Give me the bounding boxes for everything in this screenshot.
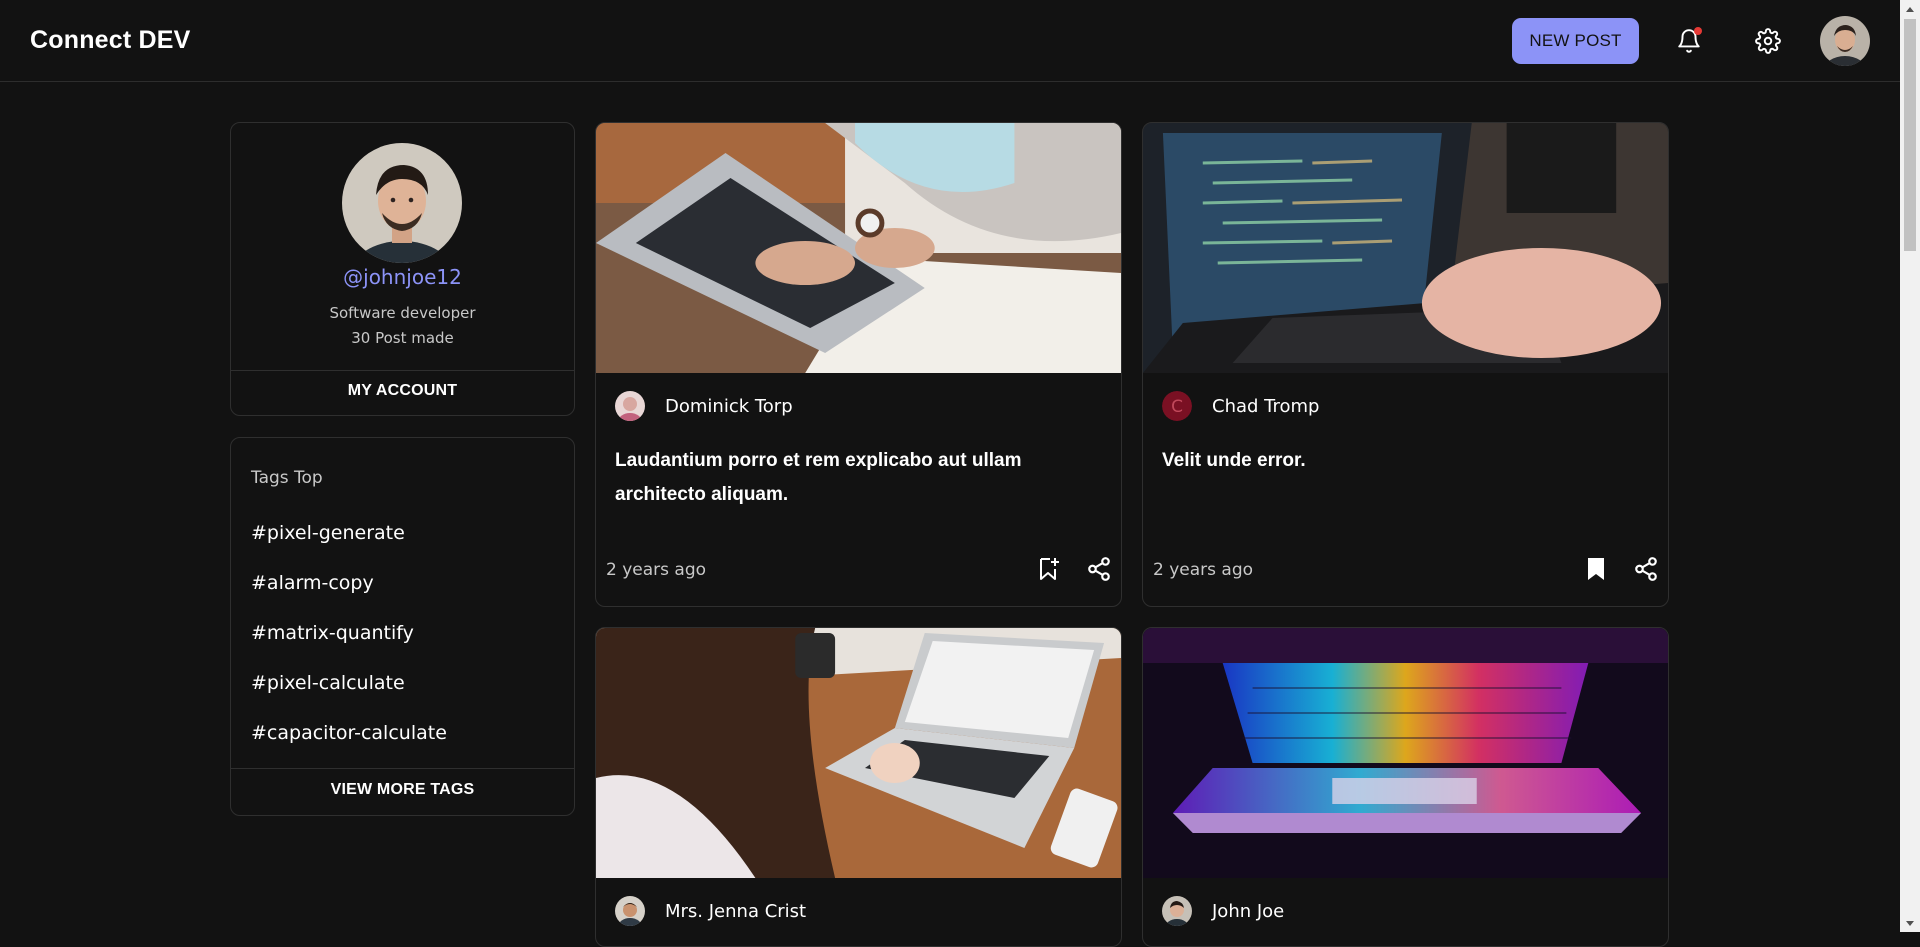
profile-username[interactable]: @johnjoe12 <box>231 265 574 289</box>
settings-button[interactable] <box>1751 24 1785 58</box>
post-title[interactable]: Laudantium porro et rem explicabo aut ul… <box>615 444 1085 512</box>
post-author-name[interactable]: Mrs. Jenna Crist <box>665 901 806 922</box>
bookmark-add-button[interactable] <box>1033 553 1065 585</box>
author-avatar[interactable] <box>1162 896 1192 926</box>
top-tags-card: Tags Top #pixel-generate #alarm-copy #ma… <box>230 437 575 816</box>
top-app-bar: Connect DEV NEW POST <box>0 0 1900 82</box>
author-photo <box>615 391 645 421</box>
user-avatar-menu[interactable] <box>1820 16 1870 66</box>
author-avatar[interactable] <box>615 391 645 421</box>
share-icon <box>1088 557 1110 581</box>
chevron-up-icon <box>1906 6 1914 12</box>
chevron-down-icon <box>1906 920 1914 926</box>
author-initial: C <box>1171 397 1183 417</box>
post-time: 2 years ago <box>1153 560 1254 580</box>
bookmark-filled-icon <box>1588 558 1604 580</box>
tag-link[interactable]: #capacitor-calculate <box>251 722 447 744</box>
tag-link[interactable]: #pixel-generate <box>251 522 405 544</box>
new-post-button[interactable]: NEW POST <box>1512 18 1639 64</box>
share-button[interactable] <box>1630 553 1662 585</box>
post-cover-image[interactable] <box>1143 628 1668 878</box>
scroll-thumb[interactable] <box>1904 19 1916 251</box>
scroll-up-arrow[interactable] <box>1900 0 1920 17</box>
profile-card: @johnjoe12 Software developer 30 Post ma… <box>230 122 575 416</box>
author-avatar[interactable]: C <box>1162 391 1192 421</box>
post-author-name[interactable]: Chad Tromp <box>1212 396 1319 417</box>
post-author-name[interactable]: John Joe <box>1212 901 1284 922</box>
profile-role: Software developer <box>329 304 476 322</box>
post-author-name[interactable]: Dominick Torp <box>665 396 793 417</box>
profile-avatar <box>342 143 462 263</box>
author-photo <box>615 896 645 926</box>
author-avatar[interactable] <box>615 896 645 926</box>
notification-dot <box>1694 27 1702 35</box>
bookmark-button[interactable] <box>1580 553 1612 585</box>
tag-link[interactable]: #alarm-copy <box>251 572 374 594</box>
tag-link[interactable]: #pixel-calculate <box>251 672 405 694</box>
divider <box>231 370 574 371</box>
post-card[interactable]: John Joe <box>1142 627 1669 947</box>
page-scrollbar[interactable] <box>1900 0 1920 932</box>
gear-icon <box>1755 28 1781 54</box>
post-card[interactable]: Mrs. Jenna Crist <box>595 627 1122 947</box>
avatar-photo <box>1820 16 1870 66</box>
post-title[interactable]: Velit unde error. <box>1162 444 1632 478</box>
notifications-button[interactable] <box>1672 24 1706 58</box>
author-photo <box>1162 896 1192 926</box>
scroll-down-arrow[interactable] <box>1900 915 1920 932</box>
share-icon <box>1635 557 1657 581</box>
tags-title: Tags Top <box>251 468 323 488</box>
post-card[interactable]: C Chad Tromp Velit unde error. 2 years a… <box>1142 122 1669 607</box>
profile-photo <box>342 143 462 263</box>
profile-post-count: 30 Post made <box>351 329 454 347</box>
divider <box>231 768 574 769</box>
tag-link[interactable]: #matrix-quantify <box>251 622 414 644</box>
post-time: 2 years ago <box>606 560 707 580</box>
view-more-tags-button[interactable]: VIEW MORE TAGS <box>231 781 574 799</box>
share-button[interactable] <box>1083 553 1115 585</box>
post-card[interactable]: Dominick Torp Laudantium porro et rem ex… <box>595 122 1122 607</box>
author-initial-avatar: C <box>1162 391 1192 421</box>
my-account-button[interactable]: MY ACCOUNT <box>231 382 574 400</box>
app-brand[interactable]: Connect DEV <box>30 26 191 55</box>
post-cover-image[interactable] <box>1143 123 1668 373</box>
post-cover-image[interactable] <box>596 628 1121 878</box>
post-cover-image[interactable] <box>596 123 1121 373</box>
bookmark-add-icon <box>1040 558 1059 580</box>
